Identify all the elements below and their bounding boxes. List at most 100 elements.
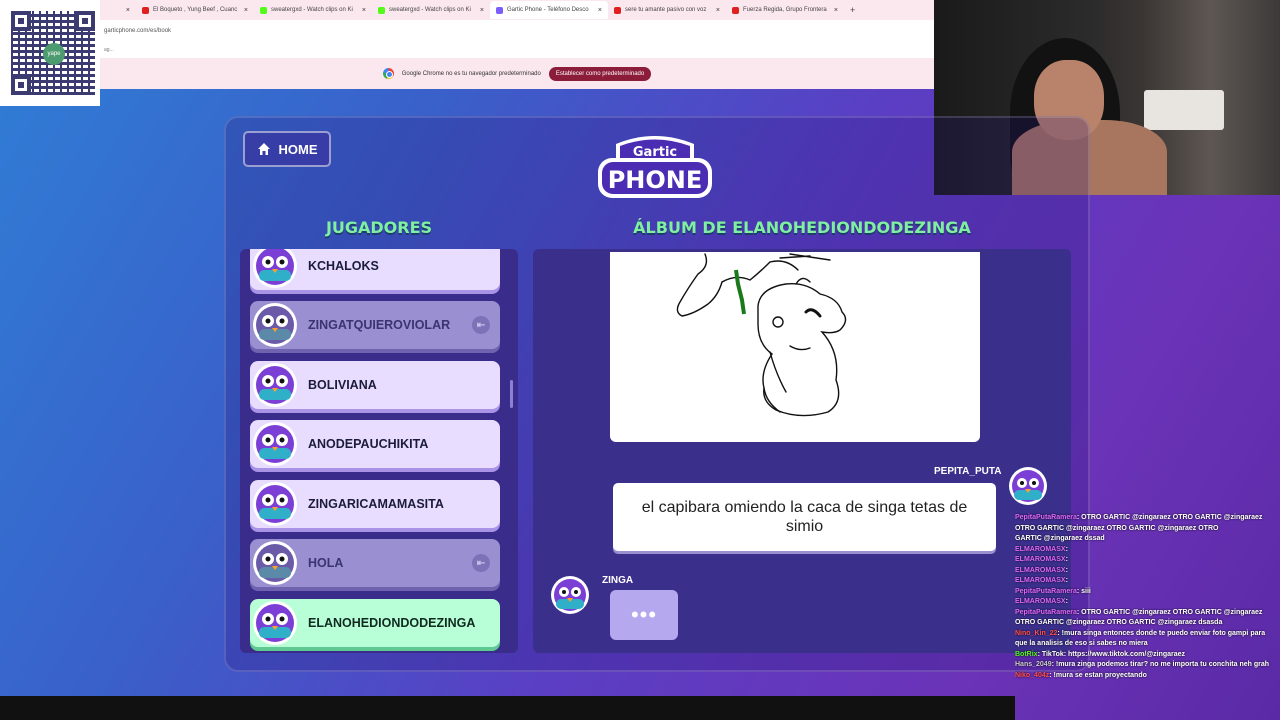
chat-message: PepitaPutaRamera: siii bbox=[1015, 587, 1280, 598]
tab-close-icon[interactable]: × bbox=[244, 7, 248, 14]
home-button[interactable]: HOME bbox=[243, 131, 331, 167]
chat-text: : siii bbox=[1076, 587, 1091, 595]
chat-username[interactable]: ELMAROMASX bbox=[1015, 567, 1066, 574]
chat-message: OTRO GARTIC @zingaraez OTRO GARTIC @zing… bbox=[1015, 524, 1280, 535]
browser-tab[interactable]: × bbox=[100, 1, 136, 19]
stream-frame: × El Boqueto , Yung Beef , Cuanc × sweaterg… bbox=[0, 0, 1280, 720]
player-name: BOLIVIANA bbox=[308, 378, 377, 392]
player-row[interactable]: ELANOHEDIONDODEZINGA bbox=[250, 599, 500, 647]
chat-message: OTRO GARTIC @zingaraez OTRO GARTIC @zing… bbox=[1015, 618, 1280, 629]
browser-tab-bar: × El Boqueto , Yung Beef , Cuanc × sweaterg… bbox=[100, 0, 934, 20]
qr-finder bbox=[11, 75, 31, 95]
player-row[interactable]: ZINGARICAMAMASITA bbox=[250, 480, 500, 528]
chrome-logo-icon bbox=[382, 68, 394, 79]
tab-title: sweatergxd - Watch clips on Ki bbox=[271, 7, 353, 13]
tab-close-icon[interactable]: × bbox=[362, 7, 366, 14]
browser-tab[interactable]: El Boqueto , Yung Beef , Cuanc × bbox=[136, 1, 254, 19]
chat-username[interactable]: Niko_404z bbox=[1015, 672, 1049, 679]
message-author: PEPITA_PUTA bbox=[934, 466, 1002, 477]
tab-close-icon[interactable]: × bbox=[716, 7, 720, 14]
chat-text: : !mura singa entonces donde te puedo en… bbox=[1057, 629, 1266, 637]
browser-tab[interactable]: sere tu amante pasivo con voz × bbox=[608, 1, 726, 19]
home-label: HOME bbox=[278, 141, 318, 157]
tab-title: sweatergxd - Watch clips on Ki bbox=[389, 7, 471, 13]
chat-text: que la analisis de eso si sabes no miera bbox=[1015, 640, 1148, 647]
typing-indicator: ••• bbox=[610, 590, 678, 640]
player-row[interactable]: KCHALOKS bbox=[250, 249, 500, 290]
url-text[interactable]: garticphone.com/es/book bbox=[104, 28, 171, 34]
player-row[interactable]: ANODEPAUCHIKITA bbox=[250, 420, 500, 468]
chat-username[interactable]: BotRix bbox=[1015, 651, 1038, 658]
stream-chat: PepitaPutaRamera: OTRO GARTIC @zingaraez… bbox=[1015, 513, 1280, 720]
chat-text: : bbox=[1065, 566, 1068, 574]
player-avatar bbox=[252, 600, 298, 646]
player-avatar bbox=[252, 362, 298, 408]
address-bar[interactable]: garticphone.com/es/book bbox=[100, 20, 934, 42]
chat-username[interactable]: ELMAROMASX bbox=[1015, 556, 1066, 563]
chat-username[interactable]: ELMAROMASX bbox=[1015, 598, 1066, 605]
chat-message: ELMAROMASX: bbox=[1015, 555, 1280, 566]
chat-username[interactable]: Hans_2049 bbox=[1015, 661, 1052, 668]
infobar-message: Google Chrome no es tu navegador predete… bbox=[401, 70, 541, 77]
chat-username[interactable]: ELMAROMASX bbox=[1015, 577, 1066, 584]
player-avatar bbox=[252, 302, 298, 348]
player-avatar bbox=[252, 481, 298, 527]
tab-close-icon[interactable]: × bbox=[598, 7, 602, 14]
qr-finder bbox=[75, 11, 95, 31]
tab-favicon-icon bbox=[142, 6, 149, 14]
tab-favicon-icon bbox=[496, 6, 503, 14]
tab-favicon-icon bbox=[378, 6, 385, 14]
chat-text: OTRO GARTIC @zingaraez OTRO GARTIC @zing… bbox=[1015, 524, 1219, 532]
player-row[interactable]: HOLA ⇤ bbox=[250, 539, 500, 587]
bookmarks-bar: ag... bbox=[100, 42, 934, 58]
browser-tab[interactable]: sweatergxd - Watch clips on Ki × bbox=[372, 1, 490, 19]
qr-finder bbox=[11, 11, 31, 31]
chat-message: Hans_2049: !mura zinga podemos tirar? no… bbox=[1015, 660, 1280, 671]
chat-message: PepitaPutaRamera: OTRO GARTIC @zingaraez… bbox=[1015, 608, 1280, 619]
chat-message: ELMAROMASX: bbox=[1015, 566, 1280, 577]
author-avatar bbox=[1009, 467, 1047, 505]
chat-text: : !mura se estan proyectando bbox=[1049, 671, 1147, 679]
tab-title: sere tu amante pasivo con voz bbox=[625, 7, 707, 13]
players-title: JUGADORES bbox=[325, 218, 433, 237]
chat-username[interactable]: Nino_Kin_22 bbox=[1015, 630, 1057, 637]
chat-message: ELMAROMASX: bbox=[1015, 576, 1280, 587]
chat-text: GARTIC @zingaraez dssad bbox=[1015, 535, 1105, 542]
set-default-button[interactable]: Establecer como predeterminado bbox=[548, 66, 652, 81]
players-panel[interactable]: KCHALOKS ZINGATQUIEROVIOLAR ⇤ BOLIVIANA ANOD… bbox=[240, 249, 518, 653]
player-row[interactable]: ZINGATQUIEROVIOLAR ⇤ bbox=[250, 301, 500, 349]
chat-username[interactable]: PepitaPutaRamera bbox=[1015, 514, 1077, 521]
home-icon bbox=[257, 143, 270, 155]
bottom-strip bbox=[0, 696, 1015, 720]
player-list-scrollbar[interactable] bbox=[510, 380, 513, 408]
browser-tab[interactable]: Gartic Phone - Teléfono Desco × bbox=[490, 1, 608, 19]
player-name: ANODEPAUCHIKITA bbox=[308, 437, 429, 451]
drawing-canvas bbox=[610, 252, 980, 442]
browser-tab[interactable]: sweatergxd - Watch clips on Ki × bbox=[254, 1, 372, 19]
qr-pattern: yape bbox=[11, 11, 95, 95]
tab-close-icon[interactable]: × bbox=[126, 7, 130, 14]
chat-text: : TikTok: https://www.tiktok.com/@zingar… bbox=[1037, 650, 1186, 658]
chat-text: : !mura zinga podemos tirar? no me impor… bbox=[1051, 661, 1270, 668]
chat-message: que la analisis de eso si sabes no miera bbox=[1015, 639, 1280, 650]
logo-top-text: Gartic bbox=[633, 145, 677, 160]
tab-close-icon[interactable]: × bbox=[480, 7, 484, 14]
webcam-background-desk bbox=[1144, 90, 1224, 130]
chat-username[interactable]: PepitaPutaRamera bbox=[1015, 609, 1077, 616]
chat-text: : OTRO GARTIC @zingaraez OTRO GARTIC @zi… bbox=[1076, 514, 1263, 521]
chat-username[interactable]: ELMAROMASX bbox=[1015, 546, 1066, 553]
player-left-icon: ⇤ bbox=[472, 316, 490, 334]
zinga-avatar bbox=[551, 576, 589, 614]
player-row[interactable]: BOLIVIANA bbox=[250, 361, 500, 409]
chat-message: ELMAROMASX: bbox=[1015, 597, 1280, 608]
tab-favicon-icon bbox=[732, 6, 739, 14]
player-avatar bbox=[252, 421, 298, 467]
tab-close-icon[interactable]: × bbox=[834, 7, 838, 14]
tab-title: Gartic Phone - Teléfono Desco bbox=[507, 7, 589, 13]
chat-username[interactable]: PepitaPutaRamera bbox=[1015, 588, 1077, 595]
browser-tab[interactable]: Fuerza Regida, Grupo Frontera × bbox=[726, 1, 844, 19]
player-avatar bbox=[252, 540, 298, 586]
player-avatar bbox=[252, 249, 298, 289]
new-tab-button[interactable]: + bbox=[844, 5, 861, 15]
bookmark-item[interactable]: ag... bbox=[104, 47, 114, 53]
